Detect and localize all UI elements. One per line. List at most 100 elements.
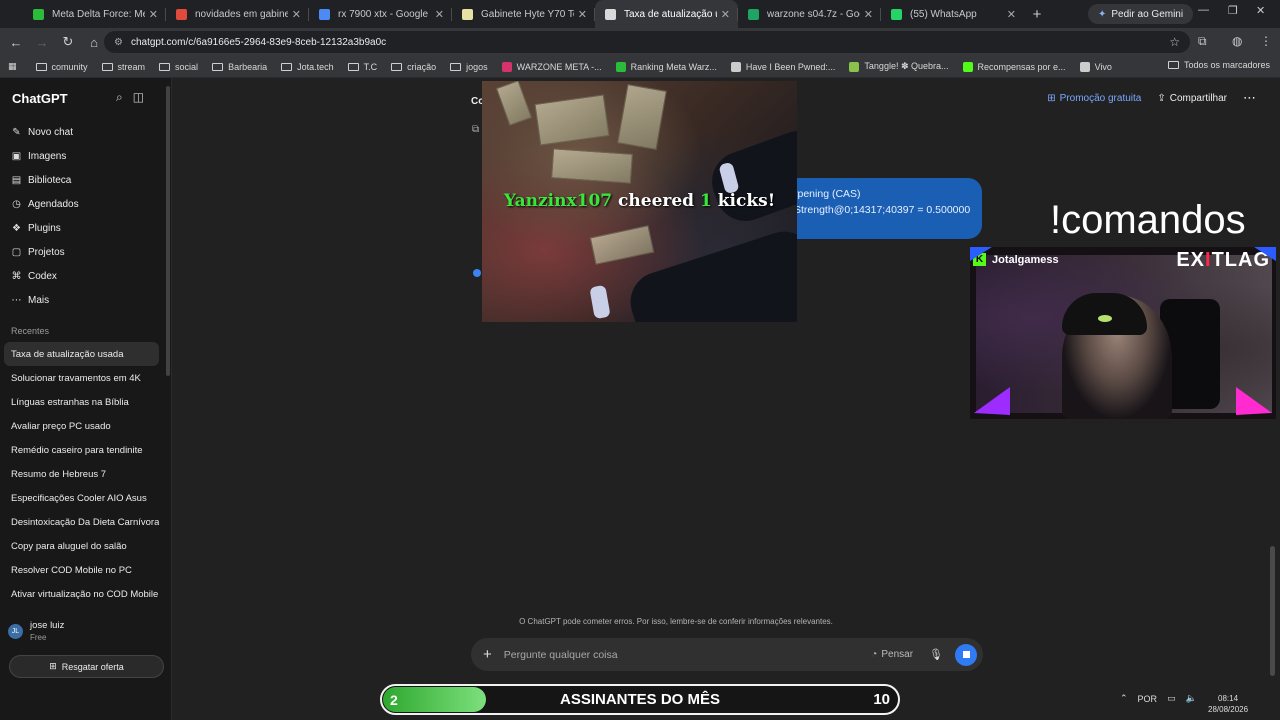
sidebar-item-agendados[interactable]: ◷ Agendados [0,192,172,216]
microphone-icon[interactable]: 🎙 [929,648,943,661]
recent-chat-item[interactable]: Taxa de atualização usada [4,342,159,366]
sleeve [703,122,797,230]
network-icon[interactable]: ▭ [1167,693,1176,704]
sidebar-scrollbar[interactable] [166,86,170,376]
sidebar-item-label: Novo chat [28,126,74,138]
browser-tab[interactable]: Gabinete Hyte Y70 Touch I ✕ [452,0,595,28]
tab-favicon-icon [176,8,187,20]
recent-chat-item[interactable]: Resolver COD Mobile no PC [4,558,159,582]
taskbar-clock[interactable]: 08:14 28/08/2026 [1208,693,1248,715]
bookmark-item[interactable]: Jota.tech [274,62,341,72]
sidebar-item-projetos[interactable]: ▢ Projetos [0,240,172,264]
bookmark-item[interactable]: Recompensas por e... [956,61,1073,72]
brand-logo[interactable]: ChatGPT [12,91,68,106]
think-button[interactable]: ◔ Pensar [871,649,913,660]
browser-tab[interactable]: (55) WhatsApp ✕ [881,0,1024,28]
forward-icon[interactable]: → [30,30,54,54]
sidebar-toggle-icon[interactable]: ◫ [133,90,144,105]
recent-chat-item[interactable]: Especificações Cooler AIO Asus [4,486,159,510]
browser-tab[interactable]: Taxa de atualização usada ✕ [595,0,738,28]
back-icon[interactable]: ← [4,30,28,54]
share-button[interactable]: ⇪ Compartilhar [1157,93,1227,104]
close-tab-icon[interactable]: ✕ [578,8,587,21]
recent-chat-item[interactable]: Desintoxicação Da Dieta Carnívora [4,510,159,534]
bookmark-item[interactable]: criação [384,62,443,72]
sidebar-item-codex[interactable]: ⌘ Codex [0,264,172,288]
close-tab-icon[interactable]: ✕ [864,8,873,21]
profile-icon[interactable]: ◍ [1232,34,1242,48]
sidebar-item-plugins[interactable]: ❖ Plugins [0,216,172,240]
redeem-offer-button[interactable]: ⊞ Resgatar oferta [9,655,164,678]
recent-chat-item[interactable]: Solucionar travamentos em 4K [4,366,159,390]
site-info-icon[interactable]: ⚙ [114,37,123,48]
menu-icon[interactable]: ⋮ [1260,34,1272,48]
bookmark-item[interactable]: stream [95,62,153,72]
gemini-button[interactable]: ✦ Pedir ao Gemini [1088,4,1194,24]
browser-tab[interactable]: novidades em gabinete hig ✕ [166,0,309,28]
close-window-icon[interactable]: ✕ [1256,4,1265,17]
close-tab-icon[interactable]: ✕ [149,8,158,21]
recent-chat-item[interactable]: Línguas estranhas na Bíblia [4,390,159,414]
sidebar-item-label: Plugins [28,222,61,234]
bookmark-item[interactable]: comunity [29,62,95,72]
sidebar-item-biblioteca[interactable]: ▤ Biblioteca [0,168,172,192]
bookmark-item[interactable]: Tanggle! ✽ Quebra... [842,61,955,72]
bookmark-label: Tanggle! ✽ Quebra... [864,61,949,71]
language-indicator[interactable]: POR [1138,694,1158,704]
attach-icon[interactable]: + [483,646,492,663]
goal-label: ASSINANTES DO MÊS [559,691,721,708]
home-icon[interactable]: ⌂ [82,30,106,54]
tab-title: novidades em gabinete hig [195,8,288,20]
more-options-icon[interactable]: ⋯ [1243,90,1256,106]
user-menu[interactable]: JL jose luiz Free [8,620,64,642]
bookmark-item[interactable]: Barbearia [205,62,274,72]
webcam-overlay: K Jotalgamess EXITLAG [970,247,1276,419]
search-icon[interactable]: ⌕ [116,90,123,105]
copy-icon[interactable]: ⧉ [472,124,479,135]
minimize-icon[interactable]: — [1198,4,1209,16]
recent-chat-item[interactable]: Ativar virtualização no COD Mobile [4,582,159,606]
prompt-input[interactable]: Pergunte qualquer coisa [504,649,872,661]
sidebar-item-imagens[interactable]: ▣ Imagens [0,144,172,168]
sidebar-item-novo-chat[interactable]: ✎ Novo chat [0,120,172,144]
tab-favicon-icon [891,8,902,20]
bookmark-item[interactable]: WARZONE META -... [495,61,609,72]
plugins-icon: ❖ [12,222,21,234]
main-scrollbar[interactable] [1270,546,1275,676]
bookmark-item[interactable]: Ranking Meta Warz... [609,61,724,72]
recent-chat-item[interactable]: Avaliar preço PC usado [4,414,159,438]
new-tab-button[interactable]: + [1024,0,1050,28]
reload-icon[interactable]: ↻ [56,30,80,54]
extensions-icon[interactable]: ⧉ [1198,34,1207,49]
bookmark-item[interactable]: jogos [443,62,495,72]
recent-chat-item[interactable]: Resumo de Hebreus 7 [4,462,159,486]
recent-chat-item[interactable]: Copy para aluguel do salão [4,534,159,558]
bookmark-item[interactable]: Have I Been Pwned:... [724,61,843,72]
bookmark-label: Vivo [1094,61,1112,72]
browser-tab[interactable]: Meta Delta Force: Melhores ✕ [23,0,166,28]
browser-tab[interactable]: warzone s04.7z - Google D ✕ [738,0,881,28]
bookmark-item[interactable]: social [152,62,205,72]
all-bookmarks[interactable]: Todos os marcadores [1167,60,1270,70]
folder-icon [101,62,113,71]
free-promo-button[interactable]: ⊞ Promoção gratuita [1047,93,1141,104]
recent-chat-item[interactable]: Remédio caseiro para tendinite [4,438,159,462]
close-tab-icon[interactable]: ✕ [721,8,730,21]
close-tab-icon[interactable]: ✕ [292,8,301,21]
tab-title: Meta Delta Force: Melhores [52,8,145,20]
sidebar-item-mais[interactable]: ⋯ Mais [0,288,172,312]
chevron-up-icon[interactable]: ⌃ [1120,693,1128,704]
composer[interactable]: + Pergunte qualquer coisa ◔ Pensar 🎙 [471,638,983,671]
bookmark-item[interactable]: T.C [341,62,385,72]
close-tab-icon[interactable]: ✕ [435,8,444,21]
browser-tab[interactable]: rx 7900 xtx - Google Shopp ✕ [309,0,452,28]
avatar: JL [8,623,23,639]
close-tab-icon[interactable]: ✕ [1007,8,1016,21]
apps-icon[interactable]: ▦ [0,61,29,72]
address-bar[interactable]: ⚙ chatgpt.com/c/6a9166e5-2964-83e9-8ceb-… [104,31,1190,53]
restore-icon[interactable]: ❐ [1228,4,1238,17]
volume-icon[interactable]: 🔈 [1186,693,1197,704]
bookmark-item[interactable]: Vivo [1073,61,1119,72]
bookmark-star-icon[interactable]: ☆ [1169,35,1180,49]
stop-generating-button[interactable] [955,643,977,666]
